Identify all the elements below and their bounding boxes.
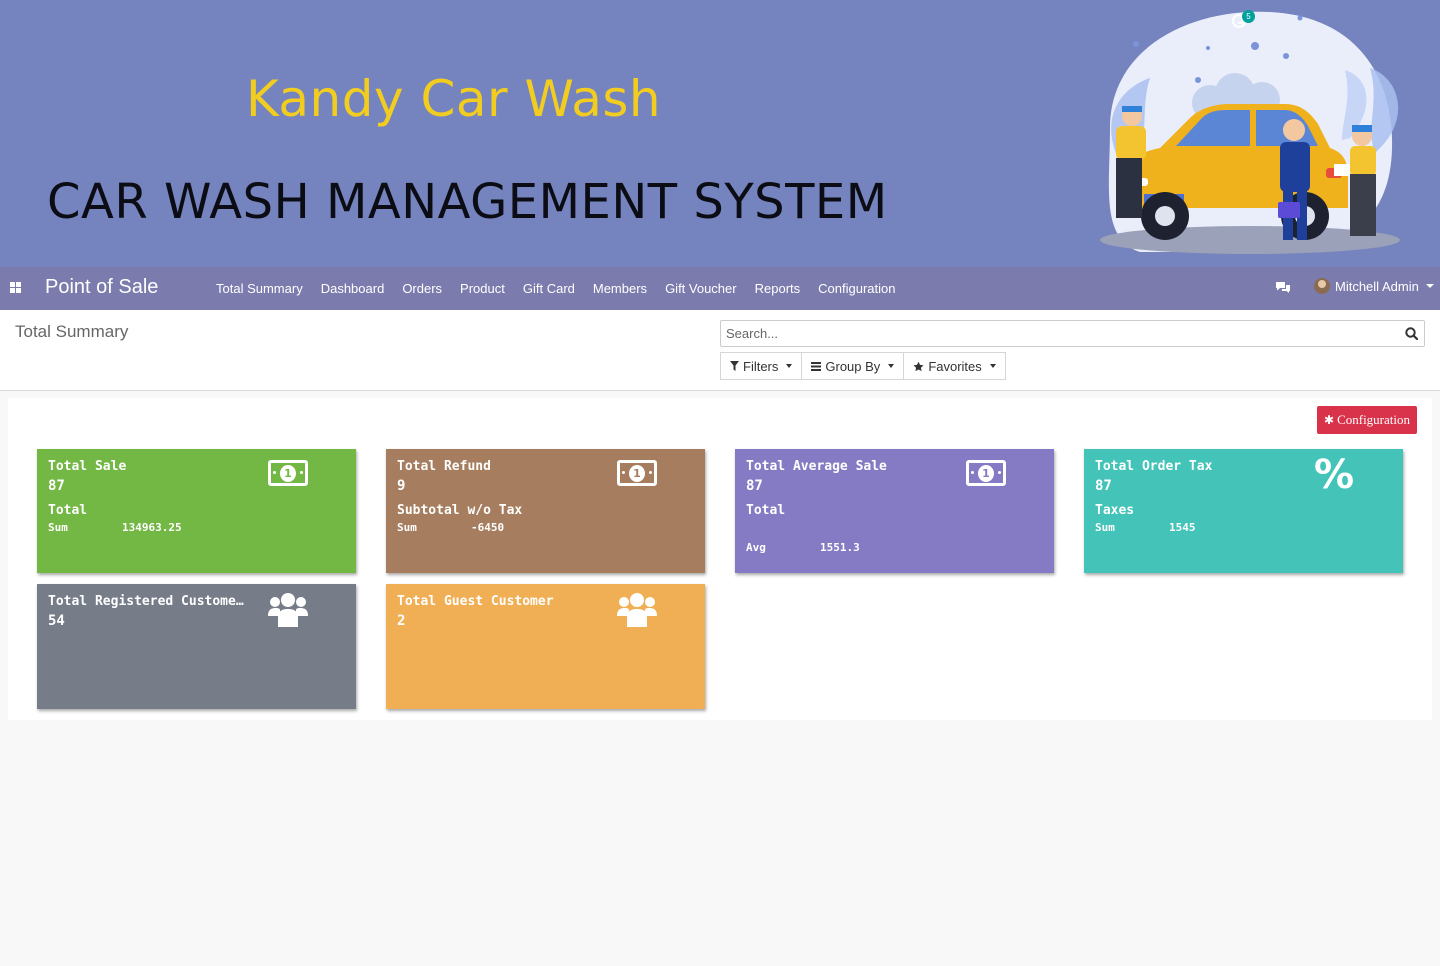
filters-label: Filters — [743, 358, 779, 374]
menu-configuration[interactable]: Configuration — [809, 267, 904, 310]
menu-product[interactable]: Product — [451, 267, 514, 310]
banner-system-title: CAR WASH MANAGEMENT SYSTEM — [47, 174, 888, 230]
card-count: 9 — [397, 478, 406, 494]
card-count: 87 — [48, 478, 65, 494]
menu-total-summary[interactable]: Total Summary — [207, 267, 312, 310]
percent-icon: % — [1314, 452, 1355, 498]
menu-gift-voucher[interactable]: Gift Voucher — [656, 267, 746, 310]
total-registered-customers-card[interactable]: Total Registered Customers 54 — [37, 584, 356, 709]
search-box — [720, 320, 1425, 347]
main-navbar: Point of Sale Total Summary Dashboard Or… — [0, 267, 1440, 310]
search-icon[interactable] — [1405, 327, 1418, 340]
card-stat-label: Sum — [397, 521, 417, 534]
search-input[interactable] — [721, 321, 1381, 346]
card-count: 87 — [746, 478, 763, 494]
filters-button[interactable]: Filters — [720, 352, 803, 380]
card-title: Total Order Tax — [1095, 459, 1213, 474]
group-by-button[interactable]: Group By — [801, 352, 905, 380]
menu-reports[interactable]: Reports — [746, 267, 810, 310]
control-panel: Total Summary Filters Group By Favorites — [0, 310, 1440, 391]
star-icon — [913, 361, 924, 371]
total-refund-card[interactable]: Total Refund 9 Subtotal w/o Tax Sum -645… — [386, 449, 705, 573]
bars-icon — [811, 361, 822, 371]
card-stat-value: -6450 — [471, 521, 505, 534]
configuration-button[interactable]: ✱ Configuration — [1317, 406, 1417, 434]
users-icon — [268, 593, 308, 627]
chat-icon[interactable] — [1275, 281, 1291, 294]
total-guest-customer-card[interactable]: Total Guest Customer 2 — [386, 584, 705, 709]
menu-dashboard[interactable]: Dashboard — [312, 267, 394, 310]
apps-menu-icon[interactable] — [10, 282, 21, 293]
card-count: 87 — [1095, 478, 1112, 494]
total-average-sale-card[interactable]: Total Average Sale 87 Total Avg 1551.3 1 — [735, 449, 1054, 573]
gear-icon: ✱ — [1324, 412, 1335, 427]
chevron-down-icon — [786, 364, 793, 368]
filter-icon — [730, 361, 739, 371]
user-name: Mitchell Admin — [1335, 278, 1419, 294]
card-stat-label: Sum — [48, 521, 68, 534]
menu-gift-card[interactable]: Gift Card — [514, 267, 584, 310]
card-title: Total Refund — [397, 459, 491, 474]
card-stat-value: 1551.3 — [820, 541, 860, 554]
breadcrumb: Total Summary — [15, 322, 129, 341]
card-count: 54 — [48, 613, 65, 629]
chevron-down-icon — [989, 364, 996, 368]
group-by-label: Group By — [825, 358, 881, 374]
chevron-down-icon — [1425, 284, 1434, 288]
money-bill-icon: 1 — [268, 460, 308, 496]
user-menu[interactable]: Mitchell Admin — [1314, 278, 1434, 294]
favorites-label: Favorites — [928, 358, 982, 374]
menu-orders[interactable]: Orders — [393, 267, 451, 310]
activity-count-badge: 5 — [1242, 10, 1255, 23]
search-options: Filters Group By Favorites — [720, 352, 1006, 380]
card-title: Total Guest Customer — [397, 594, 554, 609]
avatar — [1314, 278, 1330, 294]
money-bill-icon: 1 — [966, 460, 1006, 496]
configuration-button-label: Configuration — [1337, 412, 1410, 427]
money-bill-icon: 1 — [617, 460, 657, 496]
card-stat-value: 1545 — [1169, 521, 1196, 534]
app-name[interactable]: Point of Sale — [45, 276, 158, 299]
card-title: Total Registered Customers — [48, 594, 248, 609]
total-sale-card[interactable]: Total Sale 87 Total Sum 134963.25 1 — [37, 449, 356, 573]
total-order-tax-card[interactable]: Total Order Tax 87 Taxes Sum 1545 % — [1084, 449, 1403, 573]
activity-button[interactable]: 5 — [1232, 10, 1260, 31]
users-icon — [617, 593, 657, 627]
card-stat-value: 134963.25 — [122, 521, 182, 534]
favorites-button[interactable]: Favorites — [903, 352, 1006, 380]
card-title: Total Average Sale — [746, 459, 887, 474]
banner: Kandy Car Wash CAR WASH MANAGEMENT SYSTE… — [0, 0, 1440, 267]
card-title: Total Sale — [48, 459, 127, 474]
card-stat-label: Sum — [1095, 521, 1115, 534]
card-subtitle: Total — [48, 503, 88, 518]
card-subtitle: Total — [746, 503, 786, 518]
chevron-down-icon — [888, 364, 895, 368]
menu-members[interactable]: Members — [584, 267, 656, 310]
card-subtitle: Subtotal w/o Tax — [397, 503, 523, 518]
card-stat-label: Avg — [746, 541, 766, 554]
card-count: 2 — [397, 613, 406, 629]
card-subtitle: Taxes — [1095, 503, 1135, 518]
banner-brand-title: Kandy Car Wash — [246, 70, 662, 128]
car-wash-illustration — [1100, 11, 1400, 254]
top-menu: Total Summary Dashboard Orders Product G… — [207, 267, 904, 310]
